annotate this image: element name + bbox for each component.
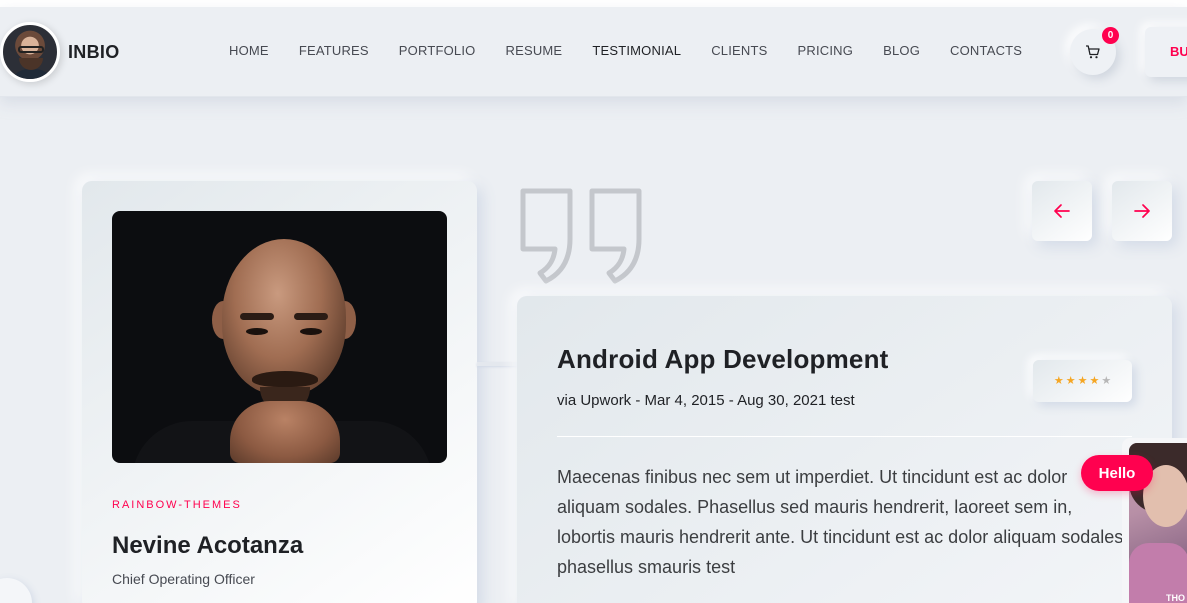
avatar-shirt [9, 69, 55, 79]
nav-item-portfolio[interactable]: PORTFOLIO [399, 43, 476, 61]
quote-icon [520, 188, 642, 284]
main-nav: HOME FEATURES PORTFOLIO RESUME TESTIMONI… [229, 43, 1052, 61]
brand-name[interactable]: INBIO [68, 42, 120, 63]
nav-item-pricing[interactable]: PRICING [798, 43, 854, 61]
star-icon: ★ [1065, 374, 1076, 387]
client-company: RAINBOW-THEMES [112, 499, 242, 511]
nav-item-home[interactable]: HOME [229, 43, 269, 61]
buy-now-button[interactable]: BU [1145, 27, 1187, 77]
star-icon: ★ [1077, 374, 1088, 387]
photo-hands [230, 401, 340, 463]
nav-item-features[interactable]: FEATURES [299, 43, 369, 61]
photo-brow-right [294, 313, 328, 320]
prev-testimonial-button[interactable] [1032, 181, 1092, 241]
rating-stars: ★ ★ ★ ★ ★ [1033, 360, 1132, 402]
chat-video-tag: THO [1166, 593, 1185, 603]
testimonial-divider [557, 436, 1132, 437]
star-icon: ★ [1101, 374, 1112, 387]
top-strip [0, 0, 1187, 7]
client-name: Nevine Acotanza [112, 532, 304, 559]
nav-item-testimonial[interactable]: TESTIMONIAL [592, 43, 681, 61]
photo-eye-left [246, 328, 268, 335]
site-header: INBIO HOME FEATURES PORTFOLIO RESUME TES… [0, 7, 1187, 97]
avatar-beard [19, 58, 43, 70]
client-profile-card: RAINBOW-THEMES Nevine Acotanza Chief Ope… [82, 181, 477, 603]
nav-item-clients[interactable]: CLIENTS [711, 43, 767, 61]
photo-brow-left [240, 313, 274, 320]
testimonial-card: Android App Development via Upwork - Mar… [517, 296, 1172, 603]
next-testimonial-button[interactable] [1112, 181, 1172, 241]
card-connector [477, 362, 517, 366]
nav-item-contacts[interactable]: CONTACTS [950, 43, 1022, 61]
photo-eye-right [300, 328, 322, 335]
arrow-right-icon [1134, 204, 1150, 218]
star-icon: ★ [1053, 374, 1064, 387]
arrow-left-icon [1054, 204, 1070, 218]
client-photo [112, 211, 447, 463]
logo-avatar[interactable] [0, 22, 60, 82]
nav-item-resume[interactable]: RESUME [505, 43, 562, 61]
testimonial-meta: via Upwork - Mar 4, 2015 - Aug 30, 2021 … [557, 392, 855, 409]
star-icon: ★ [1089, 374, 1100, 387]
cart-icon [1086, 45, 1100, 59]
photo-mustache [252, 371, 318, 387]
chat-hello-bubble[interactable]: Hello [1081, 455, 1153, 491]
testimonial-body: Maecenas finibus nec sem ut imperdiet. U… [557, 467, 1124, 577]
back-to-top-button[interactable] [0, 578, 32, 603]
client-role: Chief Operating Officer [112, 571, 255, 587]
avatar-glasses [18, 46, 44, 53]
testimonial-title: Android App Development [557, 344, 889, 374]
cart-count-badge: 0 [1102, 27, 1119, 44]
nav-item-blog[interactable]: BLOG [883, 43, 920, 61]
